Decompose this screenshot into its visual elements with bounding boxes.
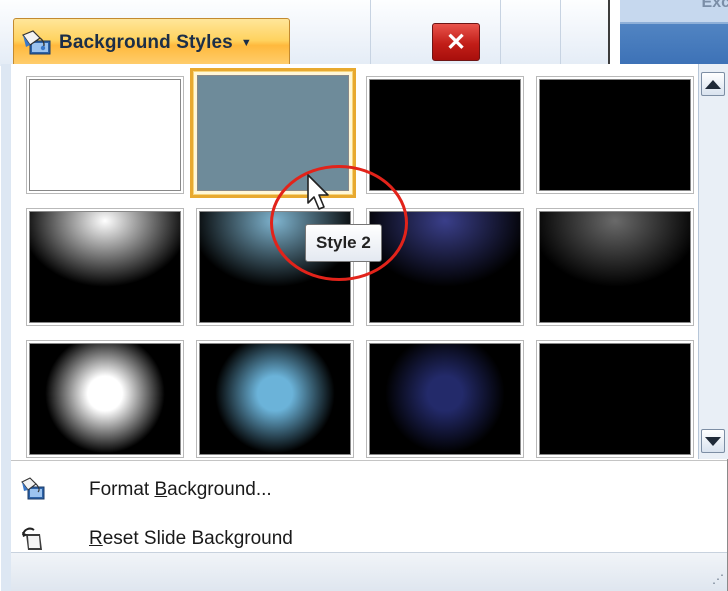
style-thumbnail-1[interactable] [26,76,184,194]
style-thumbnail-4[interactable] [536,76,694,194]
close-button[interactable]: ✕ [432,23,480,61]
style-thumbnail-3[interactable] [366,76,524,194]
slide-preview: Exc [620,0,728,64]
ribbon-divider [370,0,371,66]
background-styles-dropdown-button[interactable]: Background Styles ▼ [13,18,290,68]
paint-bucket-icon [20,29,54,57]
style-swatch [199,343,351,455]
style-swatch [539,79,691,191]
style-swatch [29,211,181,323]
format-background-label-end: ackground... [167,479,272,500]
arrow-down-icon [705,436,721,446]
background-styles-gallery-panel: Format Background... Reset Slide Backgro… [1,64,728,591]
style-swatch [539,343,691,455]
chevron-down-icon: ▼ [240,37,252,49]
scroll-up-button[interactable] [701,72,725,96]
menu-footer: ⋰ [11,552,727,591]
style-thumbnail-10[interactable] [196,340,354,458]
panel-left-edge [1,64,11,591]
reset-background-label-end: eset Slide Background [102,528,293,549]
reset-background-icon [20,526,46,552]
style-swatch [369,343,521,455]
style-swatch [29,343,181,455]
mouse-cursor-icon [307,174,329,210]
style-tooltip: Style 2 [305,224,382,262]
format-background-menu-item[interactable]: Format Background... [11,469,727,511]
style-thumbnail-5[interactable] [26,208,184,326]
close-icon: ✕ [445,28,467,56]
scroll-down-button[interactable] [701,429,725,453]
style-swatch [539,211,691,323]
format-background-accelerator: B [154,479,168,500]
annotation-circle [270,165,408,281]
format-background-label: Format Background... [89,479,272,501]
arrow-up-icon [705,79,721,89]
style-thumbnail-9[interactable] [26,340,184,458]
style-swatch [369,79,521,191]
slide-thumbnail-preview: Exc [608,0,728,66]
ribbon-divider [500,0,501,66]
style-thumbnail-8[interactable] [536,208,694,326]
style-thumbnail-11[interactable] [366,340,524,458]
style-swatch [29,79,181,191]
reset-background-accelerator: R [89,528,103,549]
format-background-icon [20,477,46,503]
gallery-scrollbar[interactable] [698,64,728,459]
ribbon-divider [560,0,561,66]
style-thumbnail-12[interactable] [536,340,694,458]
background-styles-label: Background Styles [59,32,233,53]
reset-slide-background-label: Reset Slide Background [89,528,293,550]
menu-separator [11,460,727,461]
tooltip-text: Style 2 [316,233,371,252]
resize-grip-icon[interactable]: ⋰ [712,572,724,586]
slide-preview-partial-text: Exc [701,0,728,11]
format-background-label-start: Format [89,479,155,500]
